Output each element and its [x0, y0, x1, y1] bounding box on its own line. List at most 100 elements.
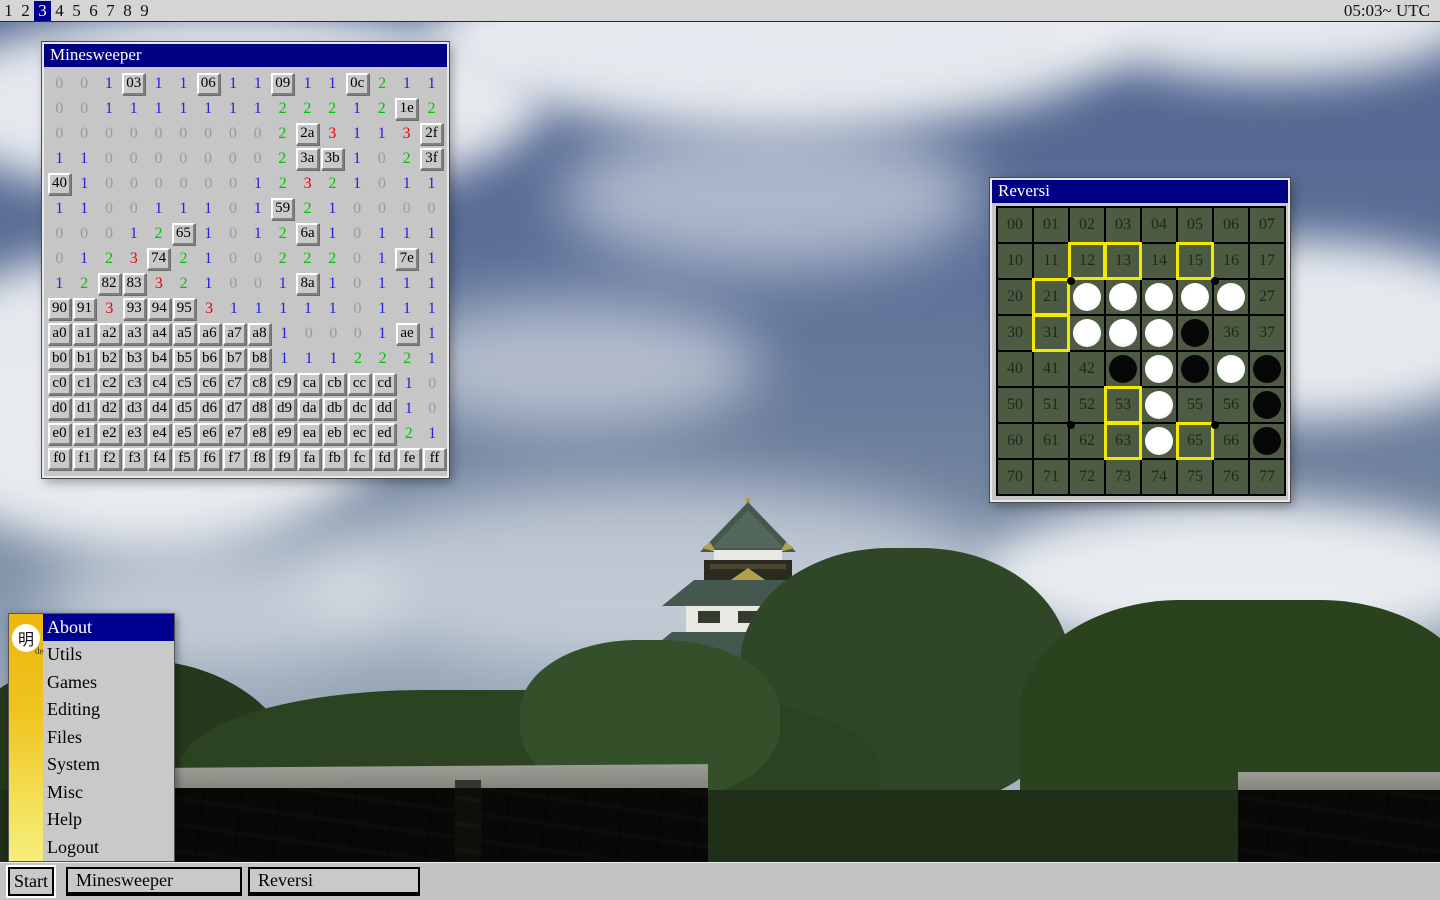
menu-item-misc[interactable]: Misc [43, 779, 174, 806]
mine-cell-59[interactable]: 59 [271, 198, 294, 220]
reversi-cell-76[interactable]: 76 [1214, 460, 1248, 494]
mine-cell-c6[interactable]: c6 [198, 373, 221, 395]
reversi-cell-01[interactable]: 01 [1034, 208, 1068, 242]
reversi-cell-51[interactable]: 51 [1034, 388, 1068, 422]
mine-cell-cb[interactable]: cb [323, 373, 346, 395]
workspace-1[interactable]: 1 [0, 1, 17, 21]
mine-cell-0c[interactable]: 0c [346, 73, 369, 95]
mine-cell-b2[interactable]: b2 [98, 348, 121, 370]
reversi-cell-75[interactable]: 75 [1178, 460, 1212, 494]
menu-item-about[interactable]: About [43, 614, 174, 641]
reversi-cell-21[interactable]: 21 [1034, 280, 1068, 314]
mine-cell-cd[interactable]: cd [373, 373, 396, 395]
mine-cell-82[interactable]: 82 [98, 273, 121, 295]
mine-cell-fc[interactable]: fc [348, 448, 371, 470]
mine-cell-e6[interactable]: e6 [198, 423, 221, 445]
reversi-cell-62[interactable]: 62 [1070, 424, 1104, 458]
menu-item-utils[interactable]: Utils [43, 641, 174, 668]
mine-cell-a8[interactable]: a8 [248, 323, 271, 345]
mine-cell-c1[interactable]: c1 [73, 373, 96, 395]
reversi-cell-03[interactable]: 03 [1106, 208, 1140, 242]
reversi-cell-74[interactable]: 74 [1142, 460, 1176, 494]
reversi-cell-63[interactable]: 63 [1106, 424, 1140, 458]
reversi-cell-13[interactable]: 13 [1106, 244, 1140, 278]
mine-cell-b7[interactable]: b7 [223, 348, 246, 370]
mine-cell-fa[interactable]: fa [298, 448, 321, 470]
mine-cell-d1[interactable]: d1 [73, 398, 96, 420]
mine-cell-f4[interactable]: f4 [148, 448, 171, 470]
mine-cell-b5[interactable]: b5 [173, 348, 196, 370]
mine-cell-d6[interactable]: d6 [198, 398, 221, 420]
mine-cell-f5[interactable]: f5 [173, 448, 196, 470]
mine-cell-40[interactable]: 40 [48, 173, 71, 195]
minesweeper-titlebar[interactable]: Minesweeper [44, 44, 447, 67]
menu-item-editing[interactable]: Editing [43, 696, 174, 723]
mine-cell-3a[interactable]: 3a [296, 148, 319, 170]
reversi-cell-77[interactable]: 77 [1250, 460, 1284, 494]
mine-cell-d5[interactable]: d5 [173, 398, 196, 420]
reversi-cell-71[interactable]: 71 [1034, 460, 1068, 494]
mine-cell-c8[interactable]: c8 [248, 373, 271, 395]
mine-cell-8a[interactable]: 8a [296, 273, 319, 295]
mine-cell-ec[interactable]: ec [348, 423, 371, 445]
mine-cell-d4[interactable]: d4 [148, 398, 171, 420]
reversi-cell-00[interactable]: 00 [998, 208, 1032, 242]
mine-cell-fd[interactable]: fd [373, 448, 396, 470]
workspace-3[interactable]: 3 [34, 1, 51, 21]
mine-cell-e5[interactable]: e5 [173, 423, 196, 445]
mine-cell-d8[interactable]: d8 [248, 398, 271, 420]
mine-cell-fb[interactable]: fb [323, 448, 346, 470]
start-button[interactable]: Start [8, 867, 54, 896]
reversi-cell-04[interactable]: 04 [1142, 208, 1176, 242]
mine-cell-f9[interactable]: f9 [273, 448, 296, 470]
reversi-cell-07[interactable]: 07 [1250, 208, 1284, 242]
mine-cell-83[interactable]: 83 [123, 273, 146, 295]
mine-cell-db[interactable]: db [323, 398, 346, 420]
mine-cell-da[interactable]: da [298, 398, 321, 420]
reversi-cell-52[interactable]: 52 [1070, 388, 1104, 422]
mine-cell-a7[interactable]: a7 [223, 323, 246, 345]
mine-cell-c2[interactable]: c2 [98, 373, 121, 395]
mine-cell-b8[interactable]: b8 [248, 348, 271, 370]
reversi-cell-14[interactable]: 14 [1142, 244, 1176, 278]
reversi-cell-60[interactable]: 60 [998, 424, 1032, 458]
reversi-cell-53[interactable]: 53 [1106, 388, 1140, 422]
mine-cell-6a[interactable]: 6a [296, 223, 319, 245]
mine-cell-93[interactable]: 93 [123, 298, 146, 320]
reversi-cell-56[interactable]: 56 [1214, 388, 1248, 422]
mine-cell-1e[interactable]: 1e [395, 98, 418, 120]
mine-cell-c7[interactable]: c7 [223, 373, 246, 395]
menu-item-system[interactable]: System [43, 751, 174, 778]
mine-cell-c3[interactable]: c3 [123, 373, 146, 395]
mine-cell-e8[interactable]: e8 [248, 423, 271, 445]
workspace-7[interactable]: 7 [102, 1, 119, 21]
mine-cell-b1[interactable]: b1 [73, 348, 96, 370]
reversi-cell-66[interactable]: 66 [1214, 424, 1248, 458]
mine-cell-b3[interactable]: b3 [123, 348, 146, 370]
mine-cell-e7[interactable]: e7 [223, 423, 246, 445]
reversi-cell-40[interactable]: 40 [998, 352, 1032, 386]
mine-cell-ca[interactable]: ca [298, 373, 321, 395]
mine-cell-ea[interactable]: ea [298, 423, 321, 445]
mine-cell-d3[interactable]: d3 [123, 398, 146, 420]
mine-cell-a1[interactable]: a1 [73, 323, 96, 345]
mine-cell-74[interactable]: 74 [147, 248, 170, 270]
mine-cell-dc[interactable]: dc [348, 398, 371, 420]
reversi-cell-20[interactable]: 20 [998, 280, 1032, 314]
reversi-cell-15[interactable]: 15 [1178, 244, 1212, 278]
mine-cell-ed[interactable]: ed [373, 423, 396, 445]
reversi-cell-37[interactable]: 37 [1250, 316, 1284, 350]
reversi-cell-30[interactable]: 30 [998, 316, 1032, 350]
mine-cell-3f[interactable]: 3f [420, 148, 443, 170]
workspace-6[interactable]: 6 [85, 1, 102, 21]
mine-cell-b4[interactable]: b4 [148, 348, 171, 370]
mine-cell-f3[interactable]: f3 [123, 448, 146, 470]
reversi-titlebar[interactable]: Reversi [992, 180, 1288, 203]
workspace-4[interactable]: 4 [51, 1, 68, 21]
menu-item-help[interactable]: Help [43, 806, 174, 833]
menu-item-files[interactable]: Files [43, 724, 174, 751]
mine-cell-e2[interactable]: e2 [98, 423, 121, 445]
reversi-cell-73[interactable]: 73 [1106, 460, 1140, 494]
reversi-cell-27[interactable]: 27 [1250, 280, 1284, 314]
mine-cell-c9[interactable]: c9 [273, 373, 296, 395]
